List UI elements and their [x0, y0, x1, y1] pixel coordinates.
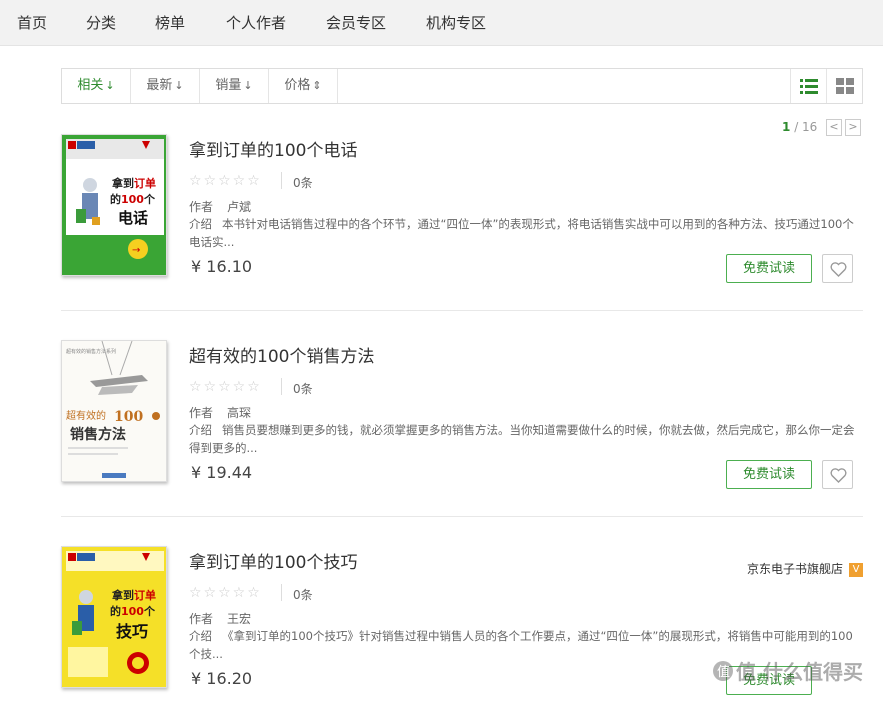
sort-sales[interactable]: 销量 ↓ — [200, 69, 269, 103]
list-divider — [61, 516, 863, 517]
free-trial-button[interactable]: 免费试读 — [726, 460, 812, 489]
book-author: 作者 卢斌 — [189, 198, 251, 215]
sort-bar: 相关 ↓ 最新 ↓ 销量 ↓ 价格 ⇕ — [61, 68, 863, 104]
book-cover-art: 拿到订单 的100个 电话 → — [66, 139, 164, 273]
shop-label[interactable]: 京东电子书旗舰店 V — [747, 560, 864, 577]
book-author: 作者 王宏 — [189, 610, 251, 627]
rating-divider — [281, 172, 282, 189]
svg-text:超有效的销售方法系列: 超有效的销售方法系列 — [66, 348, 116, 355]
book-title[interactable]: 拿到订单的100个电话 — [189, 136, 357, 161]
review-count[interactable]: 0条 — [293, 586, 313, 603]
svg-text:值: 值 — [717, 664, 730, 680]
nav-item-category[interactable]: 分类 — [86, 12, 116, 33]
book-title[interactable]: 拿到订单的100个技巧 — [189, 548, 357, 573]
nav-item-members[interactable]: 会员专区 — [326, 12, 386, 33]
watermark-logo-icon: 值 — [713, 661, 733, 681]
book-price: ¥ 19.44 — [191, 463, 253, 482]
sort-newest-label: 最新 — [146, 78, 173, 93]
intro-label: 介绍 — [189, 217, 212, 231]
svg-text:拿到订单: 拿到订单 — [111, 176, 156, 190]
shop-name: 京东电子书旗舰店 — [747, 562, 844, 576]
pager-prev-button[interactable]: < — [826, 119, 842, 136]
book-intro: 介绍 销售员要想赚到更多的钱，就必须掌握更多的销售方法。当你知道需要做什么的时候，… — [189, 421, 864, 457]
verified-badge-icon: V — [849, 562, 864, 577]
intro-label: 介绍 — [189, 629, 212, 643]
svg-text:技巧: 技巧 — [116, 622, 148, 641]
top-nav: 首页 分类 榜单 个人作者 会员专区 机构专区 — [0, 0, 883, 46]
rating-stars: ☆☆☆☆☆ — [189, 379, 262, 395]
grid-view-icon — [836, 78, 854, 94]
svg-text:100: 100 — [114, 409, 143, 425]
svg-text:拿到订单: 拿到订单 — [111, 588, 156, 602]
book-price: ¥ 16.20 — [191, 669, 253, 688]
rating-stars: ☆☆☆☆☆ — [189, 585, 262, 601]
intro-label: 介绍 — [189, 423, 212, 437]
author-name[interactable]: 卢斌 — [227, 200, 251, 214]
book-price: ¥ 16.10 — [191, 257, 253, 276]
favorite-button[interactable] — [822, 460, 853, 489]
sort-updown-icon: ⇕ — [312, 79, 322, 92]
sort-price[interactable]: 价格 ⇕ — [269, 69, 338, 103]
book-cover[interactable]: 拿到订单 的100个 技巧 — [61, 546, 167, 688]
grid-view-button[interactable] — [826, 69, 862, 103]
book-title[interactable]: 超有效的100个销售方法 — [189, 342, 374, 367]
pager-current: 1 — [782, 120, 791, 134]
book-author: 作者 高琛 — [189, 404, 251, 421]
author-name[interactable]: 王宏 — [227, 612, 251, 626]
sort-relevance[interactable]: 相关 ↓ — [62, 69, 131, 103]
heart-icon — [830, 468, 847, 483]
arrow-down-icon: ↓ — [243, 79, 253, 92]
svg-text:电话: 电话 — [118, 209, 148, 227]
rating-divider — [281, 378, 282, 395]
nav-item-institutions[interactable]: 机构专区 — [426, 12, 486, 33]
book-cover[interactable]: 超有效的销售方法系列 超有效的 100 销售方法 — [61, 340, 167, 482]
author-label: 作者 — [189, 200, 214, 214]
list-view-button[interactable] — [790, 69, 826, 103]
pager-status: 1 / 16 — [782, 120, 817, 134]
nav-item-rankings[interactable]: 榜单 — [155, 12, 185, 33]
review-count[interactable]: 0条 — [293, 174, 313, 191]
author-label: 作者 — [189, 612, 214, 626]
svg-text:超有效的: 超有效的 — [66, 409, 106, 422]
heart-icon — [830, 262, 847, 277]
author-label: 作者 — [189, 406, 214, 420]
author-name[interactable]: 高琛 — [227, 406, 251, 420]
svg-text:→: → — [132, 245, 140, 256]
sort-relevance-label: 相关 — [77, 78, 104, 93]
pager-next-button[interactable]: > — [845, 119, 861, 136]
svg-text:的100个: 的100个 — [110, 192, 156, 206]
watermark-text: 值 什么值得买 — [736, 660, 863, 684]
intro-text: 销售员要想赚到更多的钱，就必须掌握更多的销售方法。当你知道需要做什么的时候，你就… — [189, 423, 855, 455]
rating-stars: ☆☆☆☆☆ — [189, 173, 262, 189]
list-divider — [61, 310, 863, 311]
rating-divider — [281, 584, 282, 601]
arrow-down-icon: ↓ — [105, 79, 115, 92]
favorite-button[interactable] — [822, 254, 853, 283]
arrow-down-icon: ↓ — [174, 79, 184, 92]
book-intro: 介绍 本书针对电话销售过程中的各个环节，通过“四位一体”的表现形式，将电话销售实战… — [189, 215, 864, 251]
nav-item-authors[interactable]: 个人作者 — [226, 12, 286, 33]
svg-text:销售方法: 销售方法 — [70, 426, 126, 443]
book-cover-art: 拿到订单 的100个 技巧 — [62, 547, 166, 687]
svg-text:的100个: 的100个 — [110, 604, 156, 618]
free-trial-button[interactable]: 免费试读 — [726, 254, 812, 283]
nav-item-home[interactable]: 首页 — [17, 12, 47, 33]
intro-text: 本书针对电话销售过程中的各个环节，通过“四位一体”的表现形式，将电话销售实战中可… — [189, 217, 854, 249]
sort-newest[interactable]: 最新 ↓ — [131, 69, 200, 103]
sort-price-label: 价格 — [284, 78, 311, 93]
book-cover-art: 超有效的销售方法系列 超有效的 100 销售方法 — [62, 341, 166, 481]
book-cover[interactable]: 拿到订单 的100个 电话 → — [61, 134, 167, 276]
review-count[interactable]: 0条 — [293, 380, 313, 397]
pager-total: / 16 — [794, 120, 818, 134]
list-view-icon — [800, 79, 818, 94]
sort-sales-label: 销量 — [215, 78, 242, 93]
